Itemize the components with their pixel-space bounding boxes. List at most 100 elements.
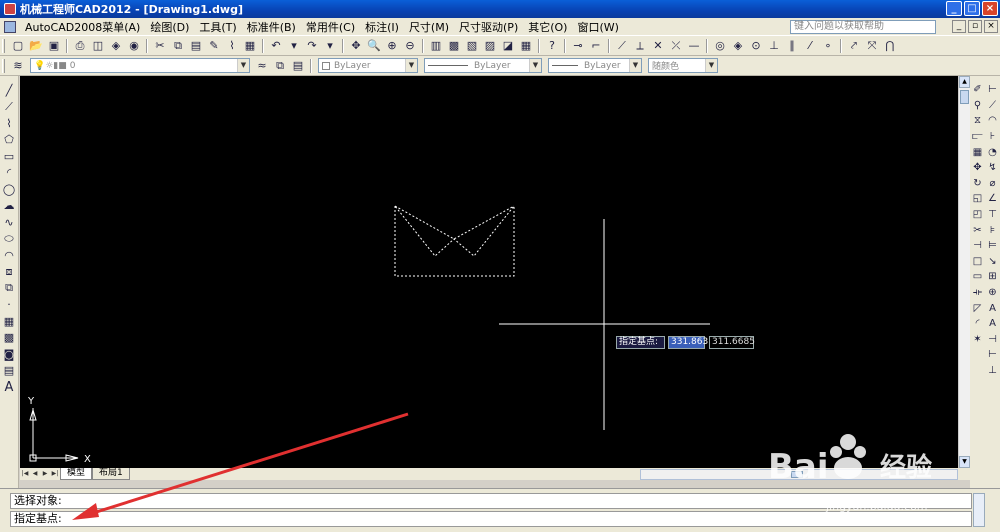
brush-icon[interactable]: ⌇ <box>224 38 240 54</box>
zoom-window-icon[interactable]: ⊕ <box>384 38 400 54</box>
make-block-icon[interactable]: ⧉ <box>1 280 17 296</box>
linetype-dropdown[interactable]: ByLayer ▼ <box>424 58 542 73</box>
next-tab-icon[interactable]: ▶ <box>40 469 50 479</box>
revision-cloud-icon[interactable]: ☁ <box>1 198 17 214</box>
ellipse-icon[interactable]: ⬭ <box>1 231 17 247</box>
doc-minimize-button[interactable]: _ <box>952 20 966 33</box>
snap-intersection-icon[interactable]: ✕ <box>650 38 666 54</box>
zoom-previous-icon[interactable]: ⊖ <box>402 38 418 54</box>
drawing-canvas[interactable]: Y X <box>20 76 958 468</box>
array-icon[interactable]: ▦ <box>971 144 985 160</box>
hatch-icon[interactable]: ▦ <box>1 313 17 329</box>
first-tab-icon[interactable]: |◀ <box>20 469 30 479</box>
polygon-icon[interactable]: ⬠ <box>1 132 17 148</box>
doc-restore-button[interactable]: ▫ <box>968 20 982 33</box>
snap-tangent-circle-icon[interactable]: ⊙ <box>748 38 764 54</box>
menu-window[interactable]: 窗口(W) <box>572 19 623 35</box>
move-icon[interactable]: ✥ <box>971 160 985 176</box>
polyline-icon[interactable]: ⌇ <box>1 115 17 131</box>
plotstyle-dropdown[interactable]: 随颜色 ▼ <box>648 58 718 73</box>
properties-icon[interactable]: ▥ <box>428 38 444 54</box>
sheet-set-icon[interactable]: ▨ <box>482 38 498 54</box>
explode-icon[interactable]: ✶ <box>971 332 985 348</box>
document-icon[interactable] <box>4 20 16 33</box>
line-icon[interactable]: ╱ <box>1 82 17 98</box>
design-center-icon[interactable]: ▩ <box>446 38 462 54</box>
circle-icon[interactable]: ◯ <box>1 181 17 197</box>
command-input[interactable]: 指定基点: <box>10 511 972 527</box>
snap-center-icon[interactable]: ◎ <box>712 38 728 54</box>
gradient-icon[interactable]: ▩ <box>1 330 17 346</box>
chevron-down-icon[interactable]: ▼ <box>629 59 641 72</box>
layer-previous-icon[interactable]: ⧉ <box>272 58 288 74</box>
dim-arc-icon[interactable]: ◠ <box>986 113 1000 129</box>
scroll-up-icon[interactable]: ▲ <box>959 76 970 88</box>
menu-dimension-driven[interactable]: 尺寸驱动(P) <box>454 19 523 35</box>
dim-angular-icon[interactable]: ∠ <box>986 191 1000 207</box>
snap-perpendicular-icon[interactable]: ⟂ <box>632 38 648 54</box>
layer-dropdown[interactable]: 💡 ☼ ▮ ■ 0 ▼ <box>30 58 250 73</box>
cut-icon[interactable]: ✂ <box>152 38 168 54</box>
block-icon[interactable]: ▦ <box>242 38 258 54</box>
redo-dropdown-icon[interactable]: ▾ <box>322 38 338 54</box>
preview-icon[interactable]: ◫ <box>90 38 106 54</box>
dim-ordinate-icon[interactable]: ⊦ <box>986 129 1000 145</box>
chevron-down-icon[interactable]: ▼ <box>705 59 717 72</box>
erase-icon[interactable]: ✐ <box>971 82 985 98</box>
paste-icon[interactable]: ▤ <box>188 38 204 54</box>
dim-continue-icon[interactable]: ⊨ <box>986 238 1000 254</box>
dim-edit-icon[interactable]: A <box>986 300 1000 316</box>
prev-tab-icon[interactable]: ◀ <box>30 469 40 479</box>
chevron-down-icon[interactable]: ▼ <box>237 59 249 72</box>
menu-tools[interactable]: 工具(T) <box>194 19 241 35</box>
break-point-icon[interactable]: □ <box>971 254 985 270</box>
ellipse-arc-icon[interactable]: ◠ <box>1 247 17 263</box>
point-icon[interactable]: · <box>1 297 17 313</box>
dim-jogged-icon[interactable]: ↯ <box>986 160 1000 176</box>
snap-node-icon[interactable]: ∘ <box>820 38 836 54</box>
snap-perp-icon[interactable]: ⊥ <box>766 38 782 54</box>
multiline-text-icon[interactable]: A <box>1 379 17 395</box>
toolbar-grip[interactable] <box>2 38 5 53</box>
minimize-button[interactable]: _ <box>946 1 962 16</box>
extend-icon[interactable]: ⊣ <box>971 238 985 254</box>
chamfer-icon[interactable]: ◸ <box>971 300 985 316</box>
menu-autocad2008[interactable]: AutoCAD2008菜单(A) <box>20 19 145 35</box>
tab-layout1[interactable]: 布局1 <box>92 468 130 480</box>
plot-icon[interactable]: ◉ <box>126 38 142 54</box>
snap-insert-icon[interactable]: ⁄ <box>802 38 818 54</box>
quick-dim-icon[interactable]: ⊤ <box>986 207 1000 223</box>
undo-icon[interactable]: ↶ <box>268 38 284 54</box>
layer-manager-icon[interactable]: ≋ <box>10 58 26 74</box>
horizontal-scrollbar[interactable] <box>640 469 958 480</box>
snap-extension-icon[interactable]: ⌐ <box>588 38 604 54</box>
tolerance-icon[interactable]: ⊞ <box>986 269 1000 285</box>
menu-common-parts[interactable]: 常用件(C) <box>301 19 360 35</box>
dim-style-icon[interactable]: ⊢ <box>986 347 1000 363</box>
dim-diameter-icon[interactable]: ⌀ <box>986 176 1000 192</box>
open-icon[interactable]: 📂 <box>28 38 44 54</box>
copy-icon[interactable]: ⧉ <box>170 38 186 54</box>
snap-tangent-icon[interactable]: ⟋ <box>614 38 630 54</box>
dim-baseline-icon[interactable]: ⊧ <box>986 222 1000 238</box>
command-scrollbar[interactable] <box>973 493 985 527</box>
menu-dimension[interactable]: 标注(I) <box>360 19 404 35</box>
chevron-down-icon[interactable]: ▼ <box>405 59 417 72</box>
match-properties-icon[interactable]: ✎ <box>206 38 222 54</box>
scroll-down-icon[interactable]: ▼ <box>959 456 970 468</box>
toolbar-grip[interactable] <box>2 58 5 73</box>
snap-nearest-icon[interactable]: ⤤ <box>846 38 862 54</box>
break-icon[interactable]: ▭ <box>971 269 985 285</box>
center-mark-icon[interactable]: ⊕ <box>986 285 1000 301</box>
snap-midline-icon[interactable]: — <box>686 38 702 54</box>
stretch-icon[interactable]: ◰ <box>971 207 985 223</box>
quick-leader-icon[interactable]: ↘ <box>986 254 1000 270</box>
redo-icon[interactable]: ↷ <box>304 38 320 54</box>
zoom-realtime-icon[interactable]: 🔍 <box>366 38 382 54</box>
rotate-icon[interactable]: ↻ <box>971 176 985 192</box>
help-icon[interactable]: ? <box>544 38 560 54</box>
undo-dropdown-icon[interactable]: ▾ <box>286 38 302 54</box>
snap-apparent-icon[interactable]: ⤫ <box>668 38 684 54</box>
new-icon[interactable]: ▢ <box>10 38 26 54</box>
make-current-layer-icon[interactable]: ≈ <box>254 58 270 74</box>
